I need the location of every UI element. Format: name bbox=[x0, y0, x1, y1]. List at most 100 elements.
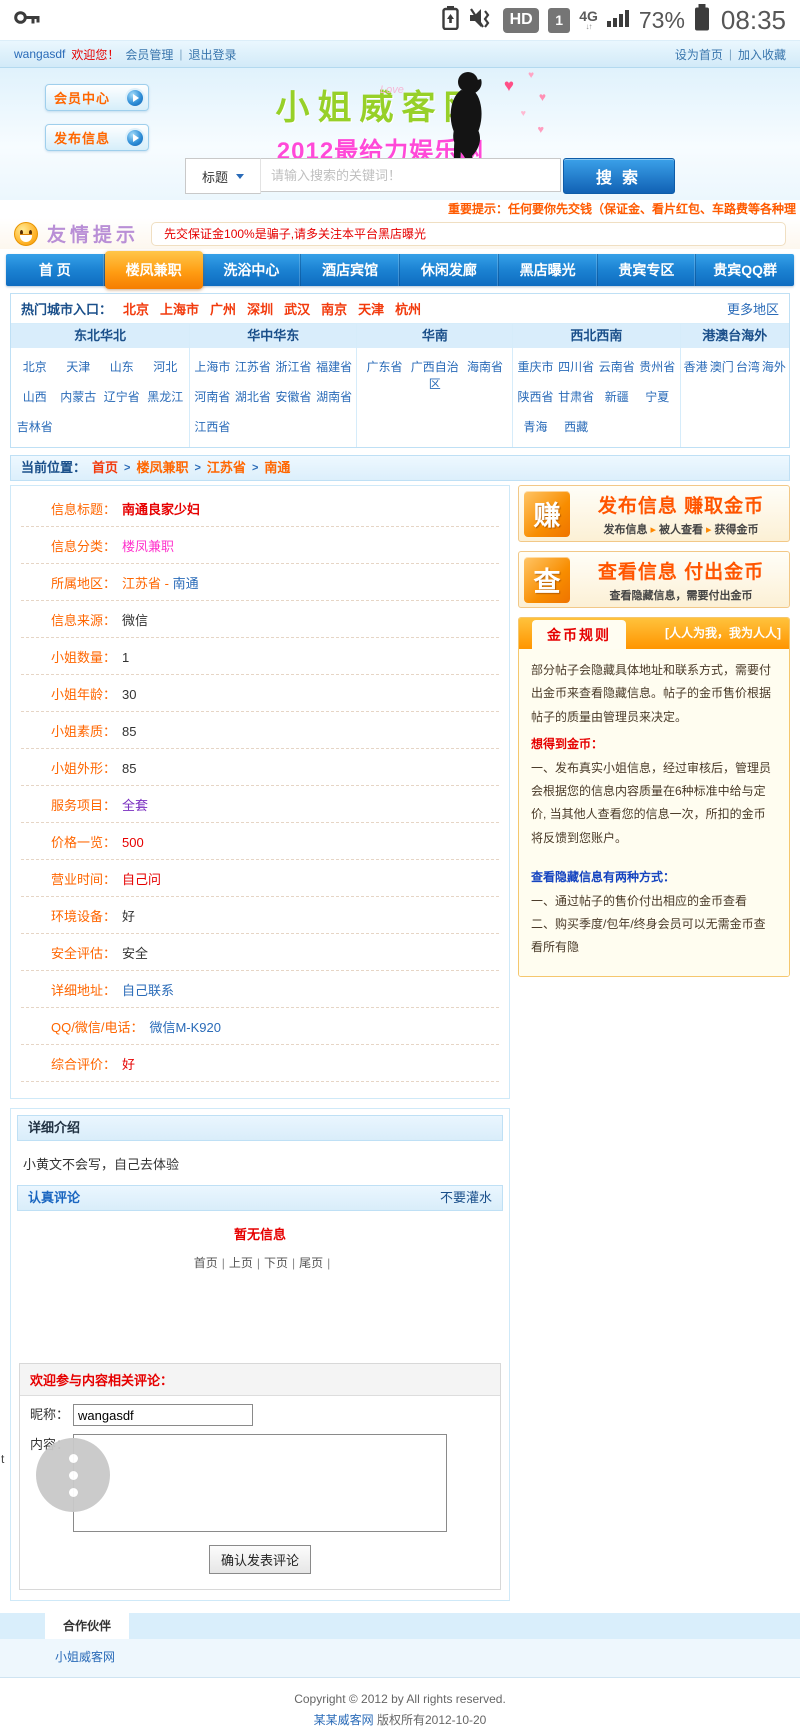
breadcrumb-link[interactable]: 首页 bbox=[92, 456, 118, 480]
info-label: 环境设备： bbox=[51, 909, 116, 924]
hot-city-link[interactable]: 广州 bbox=[210, 299, 236, 318]
region-link[interactable]: 广西自治区 bbox=[410, 358, 460, 392]
region-link[interactable]: 安徽省 bbox=[273, 388, 314, 405]
hot-city-link[interactable]: 武汉 bbox=[284, 299, 310, 318]
publish-info-button[interactable]: 发布信息 bbox=[45, 124, 149, 151]
region-link[interactable]: 陕西省 bbox=[515, 388, 556, 405]
more-regions-link[interactable]: 更多地区 bbox=[727, 299, 779, 318]
region-link[interactable]: 贵州省 bbox=[637, 358, 678, 375]
region-link[interactable]: 重庆市 bbox=[515, 358, 556, 375]
hot-city-link[interactable]: 南京 bbox=[321, 299, 347, 318]
nav-item-3[interactable]: 洗浴中心 bbox=[203, 254, 302, 286]
earn-coins-banner[interactable]: 赚 发布信息 赚取金币 发布信息▸被人查看▸获得金币 bbox=[518, 485, 790, 542]
breadcrumb-link[interactable]: 南通 bbox=[264, 456, 290, 480]
partner-link[interactable]: 小姐威客网 bbox=[55, 1650, 115, 1664]
banner-subtitle-part: 被人查看 bbox=[659, 524, 703, 536]
assistive-touch-button[interactable] bbox=[36, 1438, 110, 1512]
breadcrumb-link[interactable]: 江苏省 bbox=[207, 456, 246, 480]
region-link[interactable]: 天津 bbox=[57, 358, 101, 375]
hot-city-link[interactable]: 杭州 bbox=[395, 299, 421, 318]
nav-item-2[interactable]: 楼凤兼职 bbox=[105, 251, 203, 289]
hot-city-link[interactable]: 深圳 bbox=[247, 299, 273, 318]
breadcrumb-separator: > bbox=[124, 456, 130, 480]
region-link[interactable]: 澳门 bbox=[709, 358, 735, 375]
region-link[interactable]: 山西 bbox=[13, 388, 57, 405]
region-link[interactable]: 海南省 bbox=[460, 358, 510, 392]
pay-banner-title: 查看信息 付出金币 bbox=[578, 557, 784, 584]
nav-item-6[interactable]: 黑店曝光 bbox=[499, 254, 598, 286]
pagination-link[interactable]: 下页 bbox=[264, 1256, 288, 1270]
pagination-link[interactable]: 首页 bbox=[194, 1256, 218, 1270]
submit-comment-button[interactable]: 确认发表评论 bbox=[209, 1545, 311, 1574]
region-link[interactable]: 甘肃省 bbox=[556, 388, 597, 405]
member-manage-link[interactable]: 会员管理 bbox=[125, 46, 173, 63]
comment-content-textarea[interactable] bbox=[73, 1434, 447, 1532]
footer-site-link[interactable]: 某某威客网 bbox=[314, 1713, 374, 1727]
nav-item-8[interactable]: 贵宾QQ群 bbox=[696, 254, 794, 286]
info-row: QQ/微信/电话：微信M-K920 bbox=[21, 1008, 499, 1045]
region-link[interactable]: 山东 bbox=[100, 358, 144, 375]
region-link[interactable]: 辽宁省 bbox=[100, 388, 144, 405]
region-link[interactable]: 吉林省 bbox=[13, 418, 57, 435]
region-link[interactable]: 江苏省 bbox=[233, 358, 274, 375]
region-link[interactable]: 河北 bbox=[144, 358, 188, 375]
no-comments-label: 暂无信息 bbox=[17, 1224, 503, 1243]
region-link[interactable]: 湖北省 bbox=[233, 388, 274, 405]
region-link[interactable]: 河南省 bbox=[192, 388, 233, 405]
region-link[interactable]: 海外 bbox=[761, 358, 787, 375]
info-row: 小姐年龄：30 bbox=[21, 675, 499, 712]
nav-item-7[interactable]: 贵宾专区 bbox=[598, 254, 697, 286]
pagination-link[interactable]: 上页 bbox=[229, 1256, 253, 1270]
region-link[interactable]: 黑龙江 bbox=[144, 388, 188, 405]
member-center-button[interactable]: 会员中心 bbox=[45, 84, 149, 111]
nav-item-1[interactable]: 首 页 bbox=[6, 254, 105, 286]
info-row: 小姐外形：85 bbox=[21, 749, 499, 786]
set-homepage-link[interactable]: 设为首页 bbox=[675, 46, 723, 63]
region-link[interactable]: 内蒙古 bbox=[57, 388, 101, 405]
info-row: 信息分类：楼凤兼职 bbox=[21, 527, 499, 564]
region-link[interactable]: 北京 bbox=[13, 358, 57, 375]
search-button[interactable]: 搜索 bbox=[563, 158, 675, 194]
pagination: 首页|上页|下页|尾页| bbox=[17, 1254, 503, 1271]
nav-item-5[interactable]: 休闲发廊 bbox=[400, 254, 499, 286]
battery-icon bbox=[694, 4, 710, 36]
gold-rules-heading-earn: 想得到金币： bbox=[531, 733, 777, 756]
region-link[interactable]: 广东省 bbox=[359, 358, 409, 392]
region-link[interactable]: 福建省 bbox=[314, 358, 355, 375]
info-row: 服务项目：全套 bbox=[21, 786, 499, 823]
nav-item-4[interactable]: 酒店宾馆 bbox=[301, 254, 400, 286]
region-link[interactable]: 浙江省 bbox=[273, 358, 314, 375]
region-link[interactable]: 新疆 bbox=[596, 388, 637, 405]
region-link[interactable]: 宁夏 bbox=[637, 388, 678, 405]
region-link[interactable]: 上海市 bbox=[192, 358, 233, 375]
region-link[interactable]: 香港 bbox=[683, 358, 709, 375]
search-category-dropdown[interactable]: 标题 bbox=[185, 158, 261, 194]
add-favorite-link[interactable]: 加入收藏 bbox=[738, 46, 786, 63]
stray-character: t bbox=[1, 1452, 4, 1466]
pay-coins-banner[interactable]: 查 查看信息 付出金币 查看隐藏信息，需要付出金币 bbox=[518, 551, 790, 608]
search-input[interactable] bbox=[261, 158, 561, 192]
region-link[interactable]: 江西省 bbox=[192, 418, 233, 435]
breadcrumb-link[interactable]: 楼凤兼职 bbox=[136, 456, 188, 480]
logout-link[interactable]: 退出登录 bbox=[189, 46, 237, 63]
region-link[interactable]: 四川省 bbox=[556, 358, 597, 375]
search-category-label: 标题 bbox=[202, 167, 228, 186]
earn-banner-title: 发布信息 赚取金币 bbox=[578, 491, 784, 518]
region-link[interactable]: 台湾 bbox=[735, 358, 761, 375]
pagination-link[interactable]: 尾页 bbox=[299, 1256, 323, 1270]
battery-percent-label: 73% bbox=[639, 7, 685, 34]
info-row: 小姐素质：85 bbox=[21, 712, 499, 749]
region-link[interactable]: 湖南省 bbox=[314, 388, 355, 405]
nickname-input[interactable] bbox=[73, 1404, 253, 1426]
banner1-subtitle: 发布信息▸被人查看▸获得金币 bbox=[578, 521, 784, 537]
hot-city-link[interactable]: 天津 bbox=[358, 299, 384, 318]
info-value: 微信 bbox=[122, 613, 148, 628]
breadcrumb-separator: > bbox=[252, 456, 258, 480]
gold-rules-tab[interactable]: 金币规则 bbox=[532, 620, 626, 649]
region-link[interactable]: 云南省 bbox=[596, 358, 637, 375]
region-link[interactable]: 西藏 bbox=[556, 418, 597, 435]
dot-icon bbox=[69, 1454, 78, 1463]
region-link[interactable]: 青海 bbox=[515, 418, 556, 435]
hot-city-link[interactable]: 北京 bbox=[123, 299, 149, 318]
hot-city-link[interactable]: 上海市 bbox=[160, 299, 199, 318]
